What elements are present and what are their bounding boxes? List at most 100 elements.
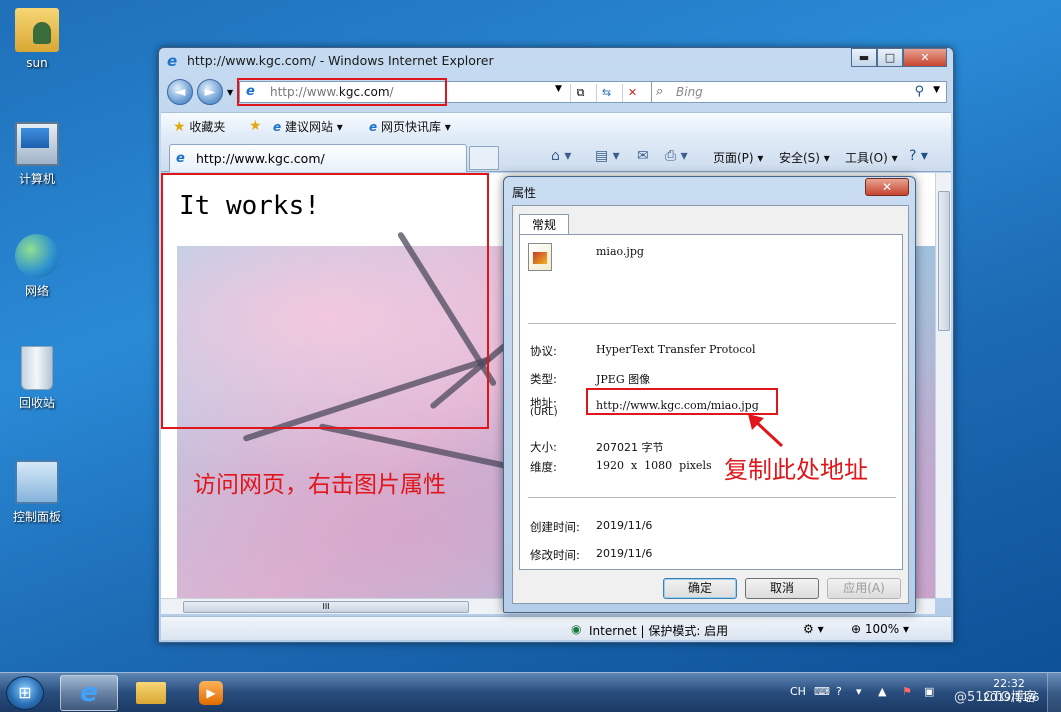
- print-icon[interactable]: ⎙ ▾: [665, 148, 688, 164]
- page-menu[interactable]: 页面(P) ▾: [713, 149, 763, 166]
- left-annotation: 访问网页，右击图片属性: [193, 472, 446, 498]
- favorites-bar: ★ 收藏夹 ★ e 建议网站 ▾ e 网页快讯库 ▾: [161, 112, 951, 140]
- size-value: 207021 字节: [596, 441, 664, 454]
- recycle-bin-icon: [21, 346, 53, 390]
- modified-label: 修改时间:: [530, 548, 580, 562]
- recent-pages-dropdown-icon[interactable]: ▼: [227, 88, 233, 97]
- search-box[interactable]: ⌕ Bing ⚲ ▼: [651, 81, 947, 103]
- properties-dialog: 属性 ✕ 常规 miao.jpg 协议: HyperText Transfer …: [503, 176, 916, 613]
- user-folder-icon: [15, 8, 59, 52]
- desktop-icon-computer[interactable]: 计算机: [6, 122, 68, 187]
- dialog-body: 常规 miao.jpg 协议: HyperText Transfer Proto…: [512, 205, 909, 604]
- ie-icon: e: [167, 52, 178, 70]
- type-label: 类型:: [530, 372, 557, 386]
- zoom-level[interactable]: ⊕ 100% ▾: [851, 622, 909, 636]
- desktop-icon-label: 计算机: [18, 172, 55, 186]
- address-highlight-box: [237, 78, 447, 106]
- file-name: miao.jpg: [596, 245, 644, 258]
- search-dropdown-icon[interactable]: ▼: [933, 85, 940, 95]
- help-icon[interactable]: ? ▾: [909, 148, 928, 164]
- desktop-icon-network[interactable]: 网络: [6, 234, 68, 299]
- dimensions-label: 维度:: [530, 460, 557, 474]
- computer-icon: [15, 122, 59, 166]
- control-panel-icon: [15, 460, 59, 504]
- media-player-icon: ▶: [199, 681, 223, 705]
- watermark: @51CTO博客: [954, 690, 1037, 705]
- search-input[interactable]: Bing: [676, 85, 703, 99]
- maximize-button[interactable]: □: [877, 48, 903, 67]
- mail-icon[interactable]: ✉: [637, 148, 649, 164]
- apply-button[interactable]: 应用(A): [827, 578, 901, 599]
- internet-explorer-icon: e: [80, 678, 98, 708]
- options-tray-icon[interactable]: ▾: [856, 685, 862, 698]
- refresh-icon[interactable]: ⇆: [596, 84, 616, 102]
- page-highlight-box: [161, 173, 489, 429]
- window-title: http://www.kgc.com/ - Windows Internet E…: [187, 53, 494, 68]
- divider: [528, 497, 896, 498]
- desktop-icon-label: sun: [26, 56, 48, 70]
- type-value: JPEG 图像: [596, 373, 651, 386]
- ok-button[interactable]: 确定: [663, 578, 737, 599]
- back-button[interactable]: ◄: [167, 79, 193, 105]
- feeds-icon[interactable]: ▤ ▾: [595, 148, 620, 164]
- action-center-icon[interactable]: ⚑: [902, 685, 912, 698]
- show-hidden-icons-icon[interactable]: ▲: [878, 685, 886, 698]
- desktop-icon-user[interactable]: sun: [6, 8, 68, 70]
- tab-bar: e http://www.kgc.com/ ⌂ ▾ ▤ ▾ ✉ ⎙ ▾ 页面(P…: [161, 140, 951, 172]
- protocol-label: 协议:: [530, 344, 557, 358]
- search-provider-icon: ⌕: [656, 84, 664, 99]
- favorites-button[interactable]: ★ 收藏夹: [173, 118, 225, 135]
- jpeg-file-icon: [528, 243, 552, 271]
- desktop-icon-recycle-bin[interactable]: 回收站: [6, 346, 68, 411]
- address-dropdown-icon[interactable]: ▼: [555, 84, 562, 94]
- cancel-button[interactable]: 取消: [745, 578, 819, 599]
- dimensions-value: 1920 x 1080 pixels: [596, 459, 712, 472]
- network-tray-icon[interactable]: ▣: [924, 685, 934, 698]
- general-panel: miao.jpg 协议: HyperText Transfer Protocol…: [519, 234, 903, 570]
- modified-value: 2019/11/6: [596, 547, 653, 560]
- status-bar: ◉ Internet | 保护模式: 启用 ⚙ ▾ ⊕ 100% ▾: [161, 616, 951, 640]
- vertical-scroll-thumb[interactable]: [938, 191, 950, 331]
- navigation-bar: ◄ ► ▼ e http://www.kgc.com/ ▼ ⧉ ⇆ ✕ ⌕ Bi…: [159, 76, 953, 110]
- tab-label: http://www.kgc.com/: [196, 151, 325, 166]
- safety-menu[interactable]: 安全(S) ▾: [779, 149, 830, 166]
- keyboard-icon[interactable]: ⌨: [814, 685, 830, 698]
- created-label: 创建时间:: [530, 520, 580, 534]
- desktop-icon-label: 控制面板: [12, 510, 61, 524]
- tab-current[interactable]: e http://www.kgc.com/: [169, 144, 467, 172]
- security-zone-label[interactable]: Internet | 保护模式: 启用: [589, 622, 728, 639]
- taskbar-explorer-button[interactable]: [122, 675, 180, 711]
- new-tab-button[interactable]: [469, 146, 499, 170]
- forward-button[interactable]: ►: [197, 79, 223, 105]
- desktop-icon-control-panel[interactable]: 控制面板: [6, 460, 68, 525]
- address-url-label: (URL): [530, 407, 558, 418]
- help-tray-icon[interactable]: ?: [836, 685, 842, 698]
- dialog-title: 属性: [512, 186, 537, 200]
- minimize-button[interactable]: ▬: [851, 48, 877, 67]
- add-favorites-icon[interactable]: ★: [249, 118, 262, 134]
- copy-address-annotation: 复制此处地址: [724, 456, 868, 484]
- title-bar[interactable]: e http://www.kgc.com/ - Windows Internet…: [159, 48, 953, 74]
- tools-menu[interactable]: 工具(O) ▾: [845, 149, 898, 166]
- home-icon[interactable]: ⌂ ▾: [551, 148, 571, 164]
- zoom-settings-icon[interactable]: ⚙ ▾: [803, 622, 824, 636]
- stop-icon[interactable]: ✕: [622, 84, 642, 102]
- show-desktop-button[interactable]: [1047, 673, 1061, 712]
- dialog-close-button[interactable]: ✕: [865, 178, 909, 196]
- divider: [528, 323, 896, 324]
- horizontal-scroll-thumb[interactable]: III: [183, 601, 469, 613]
- close-button[interactable]: ✕: [903, 48, 947, 67]
- suggested-sites-button[interactable]: e 建议网站 ▾: [273, 118, 343, 135]
- start-button[interactable]: ⊞: [6, 676, 44, 710]
- taskbar-media-player-button[interactable]: ▶: [182, 675, 240, 711]
- taskbar-ie-button[interactable]: e: [60, 675, 118, 711]
- language-indicator[interactable]: CH: [790, 685, 806, 698]
- tab-general[interactable]: 常规: [519, 214, 569, 235]
- network-icon: [15, 234, 59, 278]
- tab-page-icon: e: [176, 151, 185, 166]
- vertical-scrollbar[interactable]: [935, 173, 951, 598]
- desktop-icon-label: 网络: [24, 284, 49, 298]
- compatibility-view-icon[interactable]: ⧉: [570, 84, 590, 102]
- web-slice-gallery-button[interactable]: e 网页快讯库 ▾: [369, 118, 451, 135]
- search-icon[interactable]: ⚲: [914, 84, 924, 99]
